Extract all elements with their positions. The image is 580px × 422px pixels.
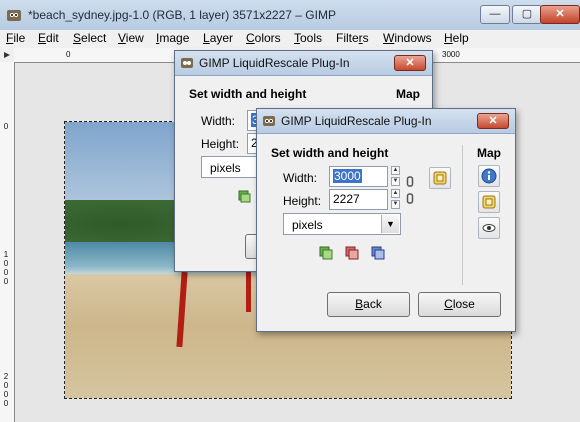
chevron-down-icon: ▼: [381, 215, 399, 233]
menu-tools[interactable]: Tools: [294, 31, 322, 45]
window-title: *beach_sydney.jpg-1.0 (RGB, 1 layer) 357…: [28, 8, 336, 22]
eye-icon: [482, 224, 496, 232]
dialog-title: GIMP LiquidRescale Plug-In: [199, 56, 350, 70]
width-input[interactable]: 3000: [329, 166, 388, 187]
dialog-title: GIMP LiquidRescale Plug-In: [281, 114, 432, 128]
blue-layer-icon[interactable]: [371, 246, 385, 260]
width-label: Width:: [201, 114, 236, 128]
visibility-button[interactable]: [478, 217, 500, 239]
layer-icon: [433, 171, 447, 185]
units-value: pixels: [210, 161, 241, 175]
menu-filters[interactable]: Filters: [336, 31, 369, 45]
map-heading: Map: [396, 87, 420, 101]
menu-image[interactable]: Image: [156, 31, 189, 45]
map-heading: Map: [477, 146, 501, 160]
height-input[interactable]: 2227: [329, 189, 388, 210]
ruler-mark: 0: [3, 122, 9, 131]
image-red-pole: [246, 272, 251, 312]
vertical-ruler[interactable]: 0 1000 2000: [0, 62, 15, 422]
height-spinner[interactable]: ▲ ▼: [391, 189, 400, 210]
ruler-corner-button[interactable]: [0, 48, 15, 63]
units-value: pixels: [292, 218, 323, 232]
layer-icon: [482, 195, 496, 209]
red-layer-icon[interactable]: [345, 246, 359, 260]
info-icon: [481, 168, 497, 184]
width-label: Width:: [283, 171, 318, 185]
dialog-close-button[interactable]: ✕: [477, 113, 509, 129]
close-dialog-button[interactable]: Close: [418, 292, 501, 317]
minimize-button[interactable]: —: [480, 5, 510, 24]
wilber-icon: [263, 116, 275, 126]
liquidrescale-dialog[interactable]: GIMP LiquidRescale Plug-In ✕ Set width a…: [256, 108, 516, 332]
section-heading: Set width and height: [189, 87, 307, 101]
menu-view[interactable]: View: [118, 31, 144, 45]
triangle-icon: [4, 52, 10, 58]
info-button[interactable]: [478, 165, 500, 187]
back-button[interactable]: Back: [327, 292, 410, 317]
chain-link-icon[interactable]: [406, 175, 414, 205]
height-label: Height:: [283, 194, 322, 208]
menu-layer[interactable]: Layer: [203, 31, 233, 45]
menubar: File Edit Select View Image Layer Colors…: [0, 30, 580, 48]
ruler-mark: 3000: [442, 50, 460, 59]
dialog-close-button[interactable]: ✕: [394, 55, 426, 71]
separator: [462, 145, 463, 285]
close-button[interactable]: ✕: [540, 5, 580, 24]
maximize-button[interactable]: ▢: [512, 5, 542, 24]
ruler-mark: 2000: [3, 372, 9, 408]
ruler-mark: 0: [66, 50, 71, 59]
map-layer-button[interactable]: [478, 191, 500, 213]
menu-windows[interactable]: Windows: [383, 31, 432, 45]
height-label: Height:: [201, 137, 240, 151]
ruler-mark: 1000: [3, 250, 9, 286]
menu-edit[interactable]: Edit: [38, 31, 59, 45]
green-layer-icon[interactable]: [319, 246, 333, 260]
dialog-titlebar: GIMP LiquidRescale Plug-In ✕: [175, 51, 432, 76]
menu-file[interactable]: File: [6, 31, 25, 45]
green-layer-icon[interactable]: [237, 189, 251, 203]
units-select[interactable]: pixels: [201, 156, 259, 178]
menu-colors[interactable]: Colors: [246, 31, 281, 45]
section-heading: Set width and height: [271, 146, 389, 160]
gimp-icon: [7, 10, 21, 21]
menu-help[interactable]: Help: [444, 31, 469, 45]
link-layer-button[interactable]: [429, 167, 451, 189]
width-spinner[interactable]: ▲ ▼: [391, 166, 400, 187]
window-titlebar: *beach_sydney.jpg-1.0 (RGB, 1 layer) 357…: [0, 0, 580, 31]
dialog-titlebar: GIMP LiquidRescale Plug-In ✕: [257, 109, 515, 134]
units-select[interactable]: pixels ▼: [283, 213, 401, 235]
menu-select[interactable]: Select: [73, 31, 106, 45]
wilber-icon: [181, 58, 193, 68]
